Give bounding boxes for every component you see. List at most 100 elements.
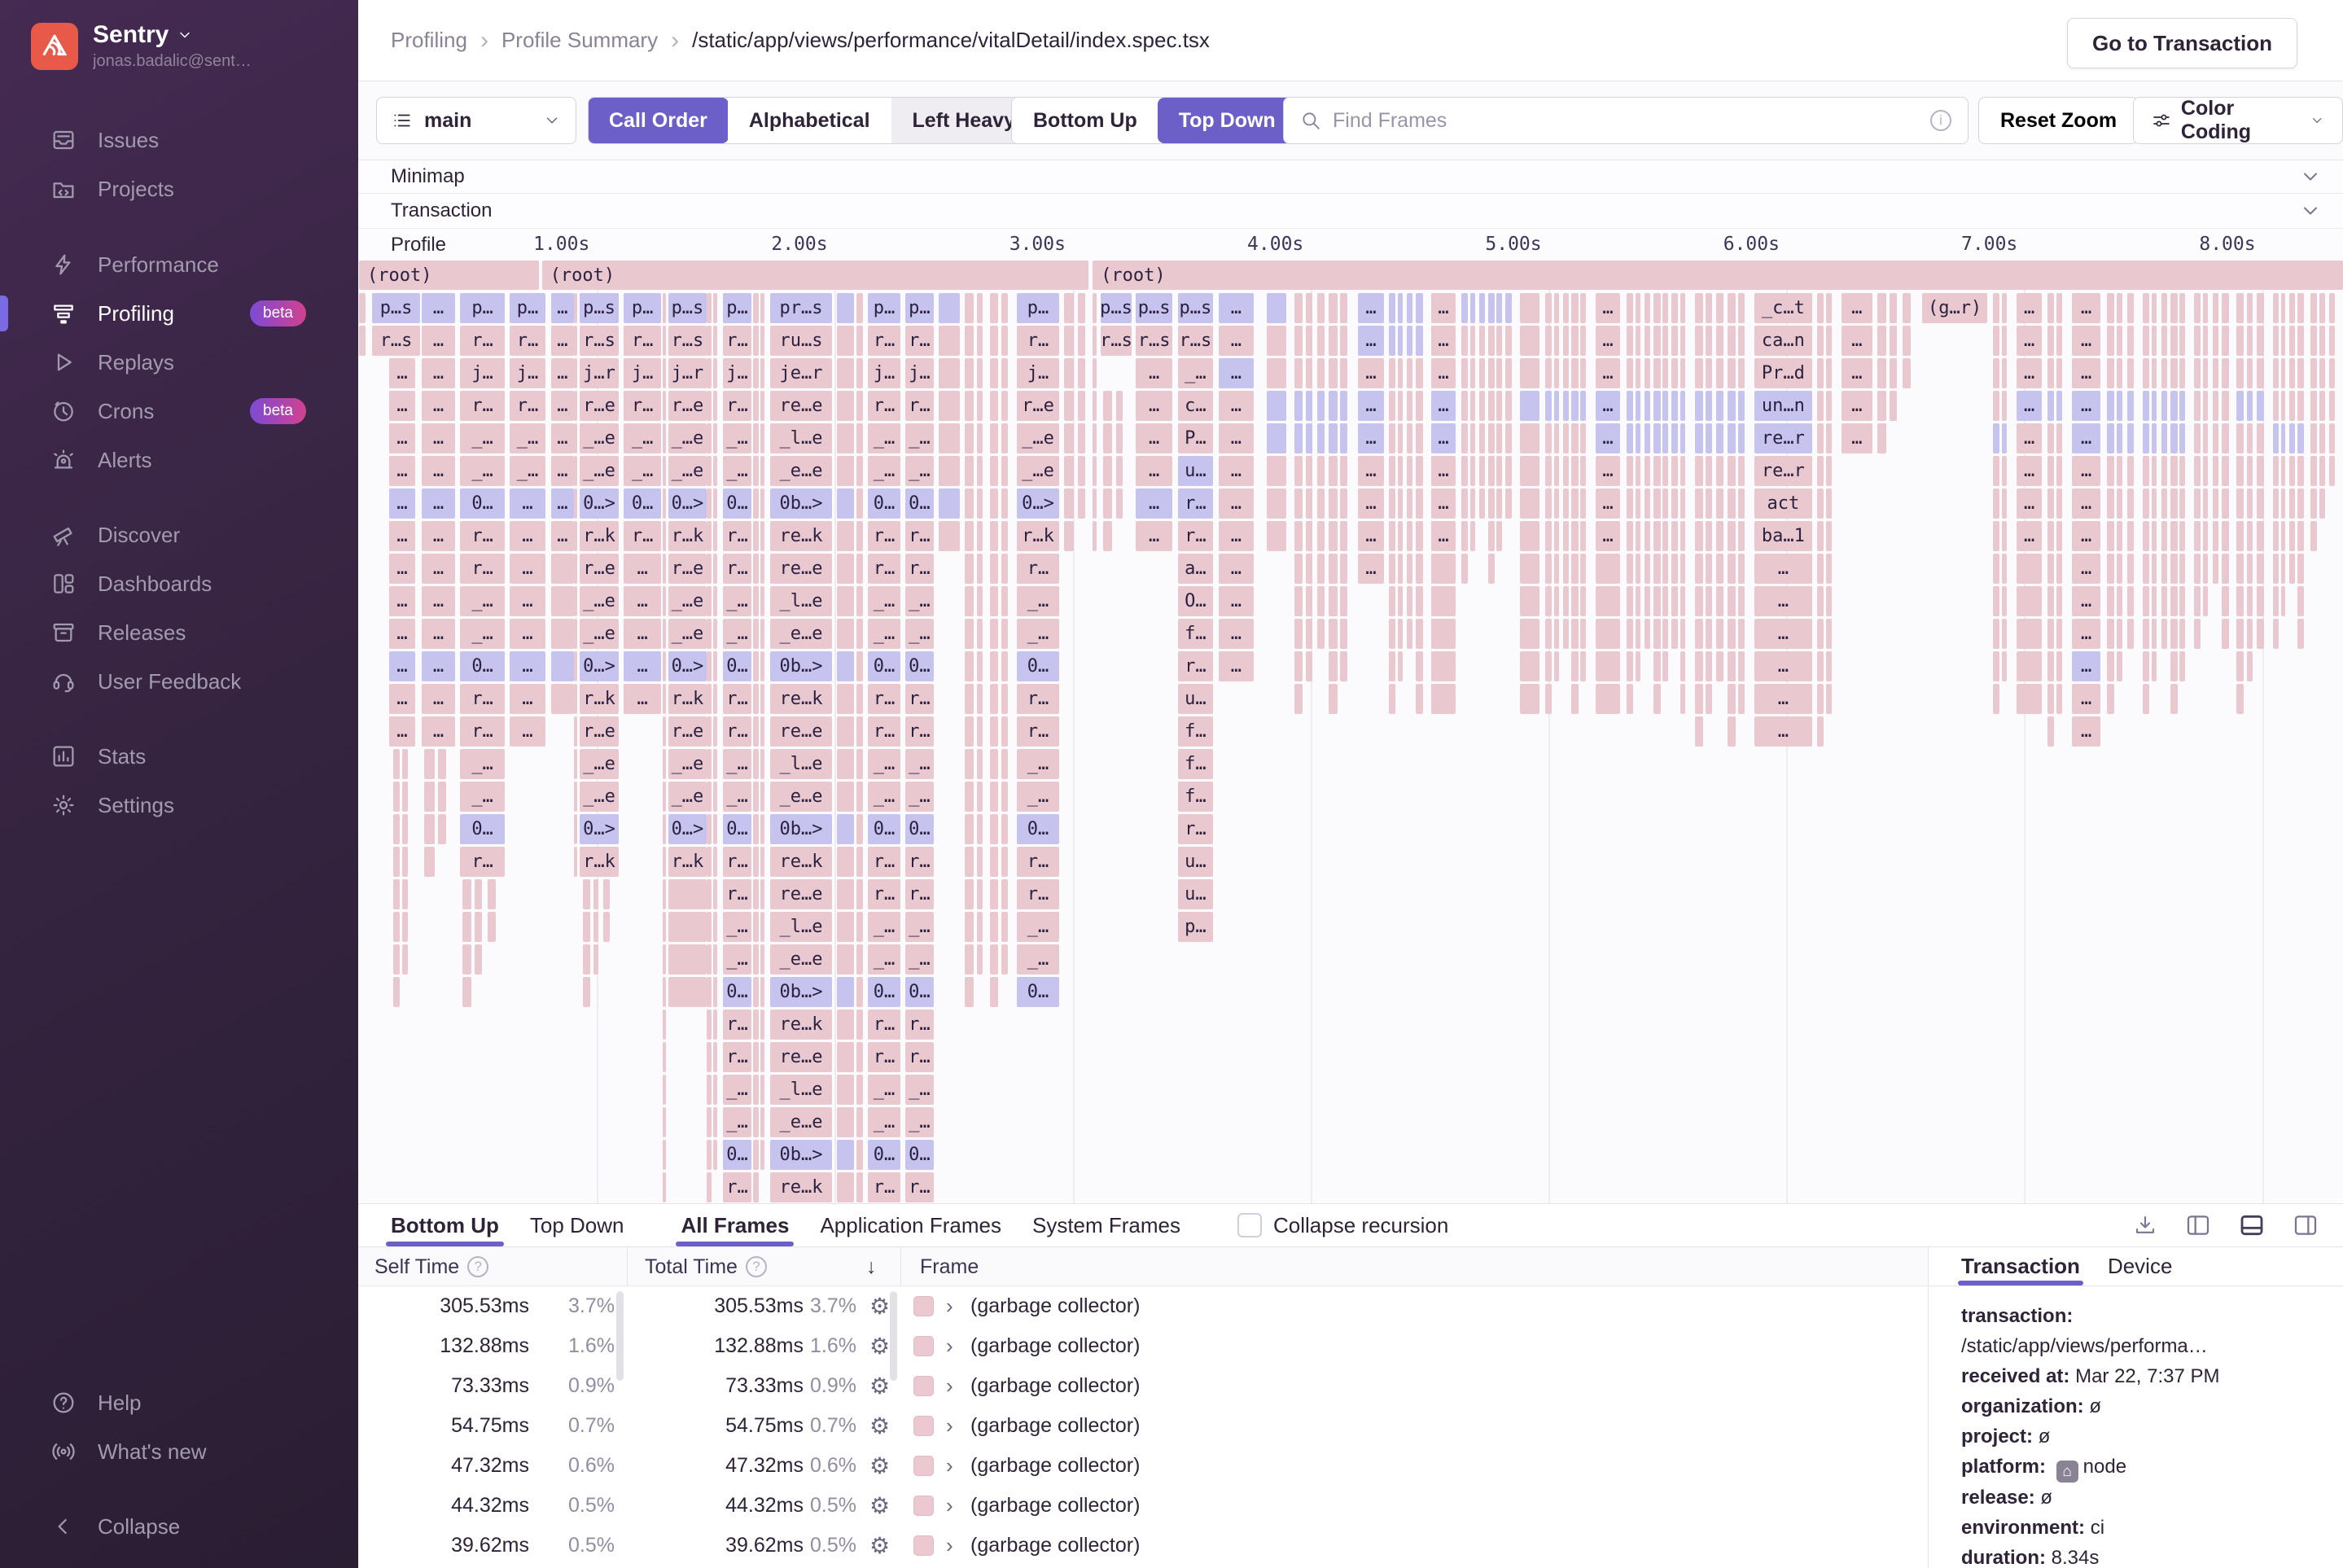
flame-cell[interactable] bbox=[1064, 326, 1074, 356]
flame-cell[interactable]: _… bbox=[1017, 749, 1059, 779]
flame-cell[interactable]: … bbox=[1136, 456, 1172, 486]
flame-cell[interactable]: … bbox=[2072, 391, 2100, 421]
flame-cell[interactable] bbox=[1817, 358, 1824, 388]
flame-cell[interactable] bbox=[965, 879, 974, 909]
flame-cell[interactable] bbox=[663, 782, 666, 812]
flame-cell[interactable]: p… bbox=[1017, 293, 1059, 323]
flame-cell[interactable]: r… bbox=[868, 716, 900, 747]
flame-cell[interactable] bbox=[939, 488, 960, 519]
flame-cell[interactable] bbox=[2194, 293, 2201, 323]
flame-cell[interactable] bbox=[2179, 391, 2185, 421]
flame-cell[interactable] bbox=[1826, 456, 1831, 486]
flame-cell[interactable]: … bbox=[422, 684, 455, 714]
flame-cell[interactable] bbox=[1407, 521, 1412, 551]
flame-cell[interactable] bbox=[1093, 456, 1097, 486]
flame-cell[interactable]: _…e bbox=[668, 456, 707, 486]
flame-cell[interactable] bbox=[837, 456, 854, 486]
flame-cell[interactable] bbox=[1306, 586, 1312, 616]
flame-cell[interactable] bbox=[2329, 293, 2336, 323]
flame-cell[interactable] bbox=[2047, 619, 2054, 649]
flame-cell[interactable]: _… bbox=[460, 782, 505, 812]
flame-cell[interactable] bbox=[2203, 521, 2208, 551]
flame-cell[interactable] bbox=[2289, 326, 2295, 356]
flame-cell[interactable] bbox=[1416, 521, 1423, 551]
flame-cell[interactable]: p…s bbox=[580, 293, 619, 323]
flame-cell[interactable]: … bbox=[1358, 521, 1384, 551]
flame-cell[interactable] bbox=[1520, 554, 1539, 584]
flame-cell[interactable] bbox=[2257, 488, 2263, 519]
flame-cell[interactable]: _l…e bbox=[770, 1075, 832, 1105]
flame-cell[interactable] bbox=[2179, 521, 2185, 551]
flame-cell[interactable] bbox=[1728, 488, 1736, 519]
flame-cell[interactable] bbox=[1826, 488, 1831, 519]
flame-cell[interactable] bbox=[760, 782, 764, 812]
flame-cell[interactable] bbox=[1520, 521, 1539, 551]
flame-cell[interactable] bbox=[2281, 456, 2285, 486]
flame-cell[interactable] bbox=[2047, 358, 2054, 388]
flame-cell[interactable] bbox=[753, 1075, 759, 1105]
flame-cell[interactable] bbox=[1488, 554, 1496, 584]
flame-cell[interactable] bbox=[1826, 554, 1831, 584]
flame-cell[interactable] bbox=[1662, 586, 1668, 616]
flame-cell[interactable]: r… bbox=[510, 326, 545, 356]
flame-cell[interactable] bbox=[707, 1075, 712, 1105]
flame-cell[interactable] bbox=[2047, 456, 2054, 486]
flame-cell[interactable] bbox=[2310, 456, 2317, 486]
flame-cell[interactable] bbox=[2127, 326, 2134, 356]
flame-cell[interactable] bbox=[1317, 456, 1325, 486]
expand-chevron-icon[interactable]: › bbox=[946, 1486, 953, 1526]
flame-cell[interactable] bbox=[1329, 521, 1338, 551]
flame-cell[interactable] bbox=[753, 1172, 759, 1202]
flame-cell[interactable] bbox=[1680, 358, 1685, 388]
flame-cell[interactable] bbox=[1545, 293, 1552, 323]
flame-cell[interactable] bbox=[965, 782, 974, 812]
flame-cell[interactable] bbox=[2319, 456, 2324, 486]
flame-cell[interactable] bbox=[402, 912, 407, 942]
flame-cell[interactable] bbox=[1877, 358, 1886, 388]
flame-cell[interactable] bbox=[1001, 782, 1008, 812]
flame-cell[interactable]: _… bbox=[1017, 586, 1059, 616]
flame-cell[interactable]: r… bbox=[624, 326, 661, 356]
flame-cell[interactable]: r… bbox=[510, 391, 545, 421]
flame-cell[interactable] bbox=[1461, 293, 1468, 323]
flame-cell[interactable] bbox=[1520, 684, 1539, 714]
flame-cell[interactable] bbox=[1636, 326, 1640, 356]
flame-cell[interactable] bbox=[2117, 586, 2122, 616]
flame-cell[interactable] bbox=[2143, 586, 2149, 616]
flame-cell[interactable] bbox=[2222, 326, 2229, 356]
flame-cell[interactable] bbox=[663, 423, 666, 453]
flame-cell[interactable] bbox=[1671, 488, 1678, 519]
flame-cell[interactable]: p…s bbox=[1178, 293, 1213, 323]
flame-cell[interactable]: r… bbox=[868, 1172, 900, 1202]
flame-cell[interactable] bbox=[856, 391, 863, 421]
flame-cell[interactable] bbox=[1431, 586, 1456, 616]
flame-cell[interactable] bbox=[2222, 293, 2229, 323]
flame-cell[interactable] bbox=[856, 1075, 863, 1105]
flame-cell[interactable] bbox=[2289, 293, 2295, 323]
flame-cell[interactable] bbox=[1416, 358, 1423, 388]
flame-cell[interactable] bbox=[2281, 488, 2285, 519]
flame-cell[interactable] bbox=[1505, 423, 1512, 453]
flame-cell[interactable]: _… bbox=[868, 619, 900, 649]
flame-cell[interactable] bbox=[2117, 391, 2122, 421]
flame-cell[interactable] bbox=[939, 391, 960, 421]
flame-cell[interactable] bbox=[1580, 586, 1586, 616]
flame-cell[interactable] bbox=[2179, 586, 2185, 616]
flame-cell[interactable]: _…e bbox=[580, 749, 619, 779]
flame-cell[interactable] bbox=[1340, 619, 1347, 649]
flame-cell[interactable] bbox=[1627, 586, 1633, 616]
flame-cell[interactable] bbox=[2002, 521, 2007, 551]
flame-cell[interactable] bbox=[663, 554, 666, 584]
flame-cell[interactable] bbox=[2203, 554, 2208, 584]
flame-cell[interactable] bbox=[1680, 651, 1685, 681]
flame-cell[interactable]: re…e bbox=[770, 716, 832, 747]
flame-cell[interactable] bbox=[760, 358, 764, 388]
flame-cell[interactable] bbox=[1431, 554, 1456, 584]
flame-cell[interactable]: r… bbox=[868, 521, 900, 551]
flame-cell[interactable]: … bbox=[510, 619, 545, 649]
flame-cell[interactable] bbox=[2194, 423, 2201, 453]
flame-cell[interactable] bbox=[475, 879, 481, 909]
flame-cell[interactable] bbox=[713, 912, 717, 942]
flame-cell[interactable] bbox=[1563, 391, 1569, 421]
flame-cell[interactable] bbox=[1461, 488, 1468, 519]
